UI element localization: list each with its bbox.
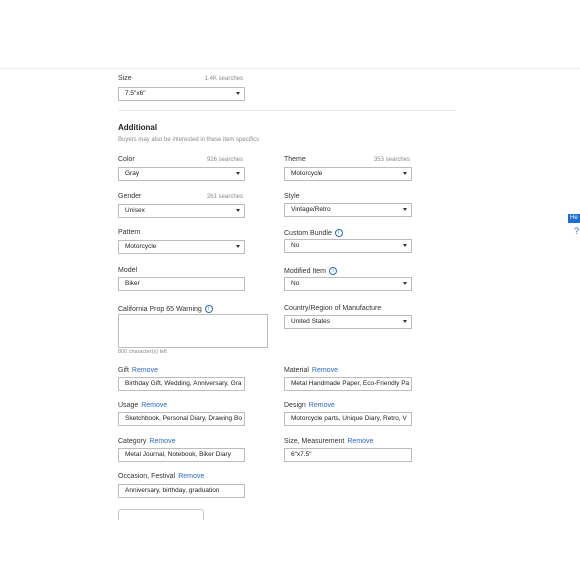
bottom-button-partial[interactable]	[118, 509, 204, 520]
country-select[interactable]: United States	[284, 315, 412, 329]
style-label: Style	[284, 193, 300, 200]
size-label: Size	[118, 75, 132, 82]
prop65-label: California Prop 65 Warning	[118, 305, 202, 313]
theme-label: Theme	[284, 156, 306, 163]
chevron-down-icon	[403, 208, 407, 211]
size-measurement-value: 6"x7.5"	[291, 451, 312, 458]
material-value: Metal Handmade Paper, Eco-Friendly Pa	[291, 380, 410, 387]
help-icon[interactable]: ?	[574, 226, 579, 236]
style-value: Vintage/Retro	[291, 206, 331, 213]
size-search-count: 1.4K searches	[204, 76, 243, 82]
design-label-wrap: Design Remove	[284, 402, 335, 409]
info-icon[interactable]: i	[204, 305, 213, 313]
country-label: Country/Region of Manufacture	[284, 305, 382, 312]
custom-bundle-label: Custom Bundle	[284, 229, 332, 237]
custom-bundle-select[interactable]: No	[284, 239, 412, 253]
occasion-remove-link[interactable]: Remove	[178, 473, 204, 480]
size-measurement-remove-link[interactable]: Remove	[347, 438, 373, 445]
custom-bundle-label-wrap: Custom Bundle i	[284, 229, 343, 237]
usage-label: Usage	[118, 402, 139, 409]
design-value: Motorcycle parts, Unique Diary, Retro, V	[291, 415, 407, 422]
gift-label-wrap: Gift Remove	[118, 367, 158, 374]
section-divider	[118, 110, 456, 111]
color-value: Gray	[125, 170, 140, 177]
occasion-value: Anniversary, birthday, graduation	[125, 487, 220, 494]
color-label: Color	[118, 156, 135, 163]
material-input[interactable]: Metal Handmade Paper, Eco-Friendly Pa	[284, 377, 412, 391]
gender-search-count: 261 searches	[206, 194, 243, 200]
help-side-tab[interactable]: He	[568, 214, 580, 223]
occasion-label-wrap: Occasion, Festival Remove	[118, 473, 204, 480]
prop65-label-wrap: California Prop 65 Warning i	[118, 305, 213, 313]
country-value: United States	[291, 318, 331, 325]
size-select[interactable]: 7.5"x6"	[118, 87, 245, 101]
chevron-down-icon	[403, 320, 407, 323]
usage-label-wrap: Usage Remove	[118, 402, 167, 409]
modified-item-value: No	[291, 280, 300, 287]
style-select[interactable]: Vintage/Retro	[284, 203, 412, 217]
size-measurement-input[interactable]: 6"x7.5"	[284, 448, 412, 462]
size-measurement-label: Size, Measurement	[284, 438, 345, 445]
theme-value: Motorcycle	[291, 170, 323, 177]
gift-label: Gift	[118, 367, 129, 374]
theme-select[interactable]: Motorcycle	[284, 167, 412, 181]
chevron-down-icon	[403, 244, 407, 247]
material-remove-link[interactable]: Remove	[312, 367, 338, 374]
gender-select[interactable]: Unisex	[118, 204, 245, 218]
occasion-input[interactable]: Anniversary, birthday, graduation	[118, 484, 245, 498]
chevron-down-icon	[403, 282, 407, 285]
prop65-chars-left: 800 character(s) left	[118, 349, 167, 355]
size-value: 7.5"x6"	[125, 90, 146, 97]
category-input[interactable]: Metal Journal, Notebook, Biker Diary	[118, 448, 245, 462]
design-input[interactable]: Motorcycle parts, Unique Diary, Retro, V	[284, 412, 412, 426]
category-remove-link[interactable]: Remove	[149, 438, 175, 445]
info-icon[interactable]: i	[329, 267, 338, 275]
category-value: Metal Journal, Notebook, Biker Diary	[125, 451, 231, 458]
material-label: Material	[284, 367, 309, 374]
modified-item-select[interactable]: No	[284, 277, 412, 291]
design-label: Design	[284, 402, 306, 409]
pattern-value: Motorcycle	[125, 243, 157, 250]
top-header-area	[0, 0, 580, 69]
color-search-count: 926 searches	[206, 157, 243, 163]
gender-value: Unisex	[125, 207, 145, 214]
model-value: Biker	[125, 280, 140, 287]
info-icon[interactable]: i	[334, 229, 343, 237]
category-label-wrap: Category Remove	[118, 438, 175, 445]
prop65-textarea[interactable]	[118, 314, 268, 348]
pattern-label: Pattern	[118, 229, 141, 236]
chevron-down-icon	[236, 209, 240, 212]
occasion-label: Occasion, Festival	[118, 473, 176, 480]
pattern-select[interactable]: Motorcycle	[118, 240, 245, 254]
gift-remove-link[interactable]: Remove	[132, 367, 158, 374]
usage-value: Sketchbook, Personal Diary, Drawing Bo	[125, 415, 242, 422]
additional-heading: Additional	[118, 123, 158, 132]
chevron-down-icon	[403, 172, 407, 175]
theme-search-count: 353 searches	[373, 157, 410, 163]
additional-subtitle: Buyers may also be interested in these i…	[118, 137, 260, 143]
model-label: Model	[118, 267, 138, 274]
chevron-down-icon	[236, 245, 240, 248]
custom-bundle-value: No	[291, 242, 300, 249]
material-label-wrap: Material Remove	[284, 367, 338, 374]
model-input[interactable]: Biker	[118, 277, 245, 291]
color-select[interactable]: Gray	[118, 167, 245, 181]
usage-remove-link[interactable]: Remove	[141, 402, 167, 409]
modified-item-label-wrap: Modified Item i	[284, 267, 338, 275]
gift-input[interactable]: Birthday Gift, Wedding, Anniversary, Gra	[118, 377, 245, 391]
usage-input[interactable]: Sketchbook, Personal Diary, Drawing Bo	[118, 412, 245, 426]
chevron-down-icon	[236, 172, 240, 175]
design-remove-link[interactable]: Remove	[309, 402, 335, 409]
chevron-down-icon	[236, 92, 240, 95]
size-measurement-label-wrap: Size, Measurement Remove	[284, 438, 373, 445]
category-label: Category	[118, 438, 147, 445]
modified-item-label: Modified Item	[284, 267, 327, 275]
gift-value: Birthday Gift, Wedding, Anniversary, Gra	[125, 380, 242, 387]
gender-label: Gender	[118, 193, 142, 200]
